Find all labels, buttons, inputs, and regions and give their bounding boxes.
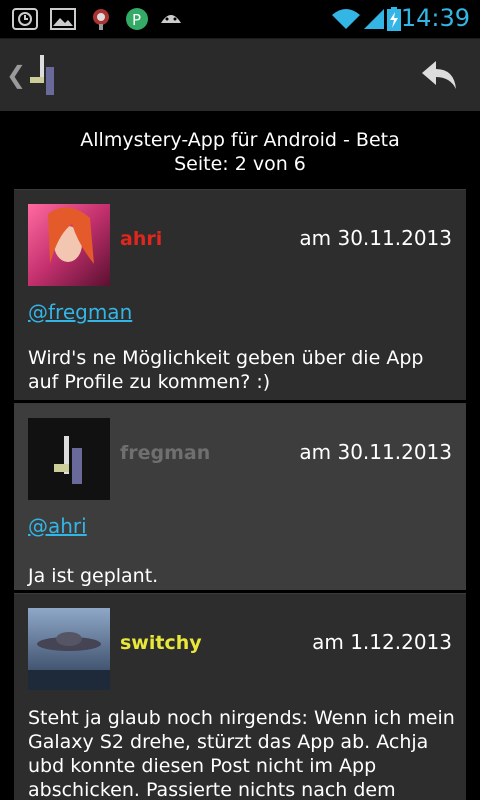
post-item[interactable]: switchy am 1.12.2013 Steht ja glaub noch…: [14, 593, 466, 800]
post-item[interactable]: fregman am 30.11.2013 @ahri Ja ist gepla…: [14, 403, 466, 590]
clock: 14:39: [400, 4, 470, 32]
p-app-icon: P: [126, 8, 148, 30]
avatar[interactable]: [28, 608, 110, 690]
thread-view[interactable]: Allmystery-App für Android - Beta Seite:…: [0, 111, 480, 800]
battery-charging-icon: [387, 7, 401, 31]
post-username[interactable]: fregman: [120, 442, 210, 464]
thread-title: Allmystery-App für Android - Beta: [80, 129, 400, 151]
app-logo[interactable]: [30, 55, 60, 95]
wifi-icon: [332, 9, 360, 29]
mention-link[interactable]: @fregman: [28, 300, 132, 324]
post-username[interactable]: switchy: [120, 632, 202, 654]
post-text: Ja ist geplant.: [28, 565, 159, 587]
post-text: Wird's ne Möglichkeit geben über die App…: [28, 347, 424, 393]
svg-text:P: P: [132, 11, 141, 29]
page-indicator: Seite: 2 von 6: [174, 153, 306, 175]
up-chevron-icon[interactable]: ❮: [6, 61, 26, 89]
post-date: am 1.12.2013: [312, 630, 452, 654]
mention-link[interactable]: @ahri: [28, 514, 87, 538]
post-username[interactable]: ahri: [120, 228, 162, 250]
notification-icon: [93, 9, 109, 30]
post-item[interactable]: ahri am 30.11.2013 @fregman Wird's ne Mö…: [14, 189, 466, 400]
android-icon: [161, 15, 181, 23]
thread-header: Allmystery-App für Android - Beta Seite:…: [0, 128, 480, 176]
status-bar: P 14:39: [0, 0, 480, 39]
alarm-icon: [12, 8, 38, 30]
avatar[interactable]: [28, 204, 110, 286]
post-date: am 30.11.2013: [299, 440, 452, 464]
reply-icon[interactable]: [420, 55, 460, 95]
action-bar: ❮: [0, 39, 480, 111]
avatar[interactable]: [28, 418, 110, 500]
gallery-icon: [50, 8, 76, 30]
post-date: am 30.11.2013: [299, 226, 452, 250]
signal-icon: [364, 9, 384, 29]
post-text: Steht ja glaub noch nirgends: Wenn ich m…: [28, 707, 455, 800]
